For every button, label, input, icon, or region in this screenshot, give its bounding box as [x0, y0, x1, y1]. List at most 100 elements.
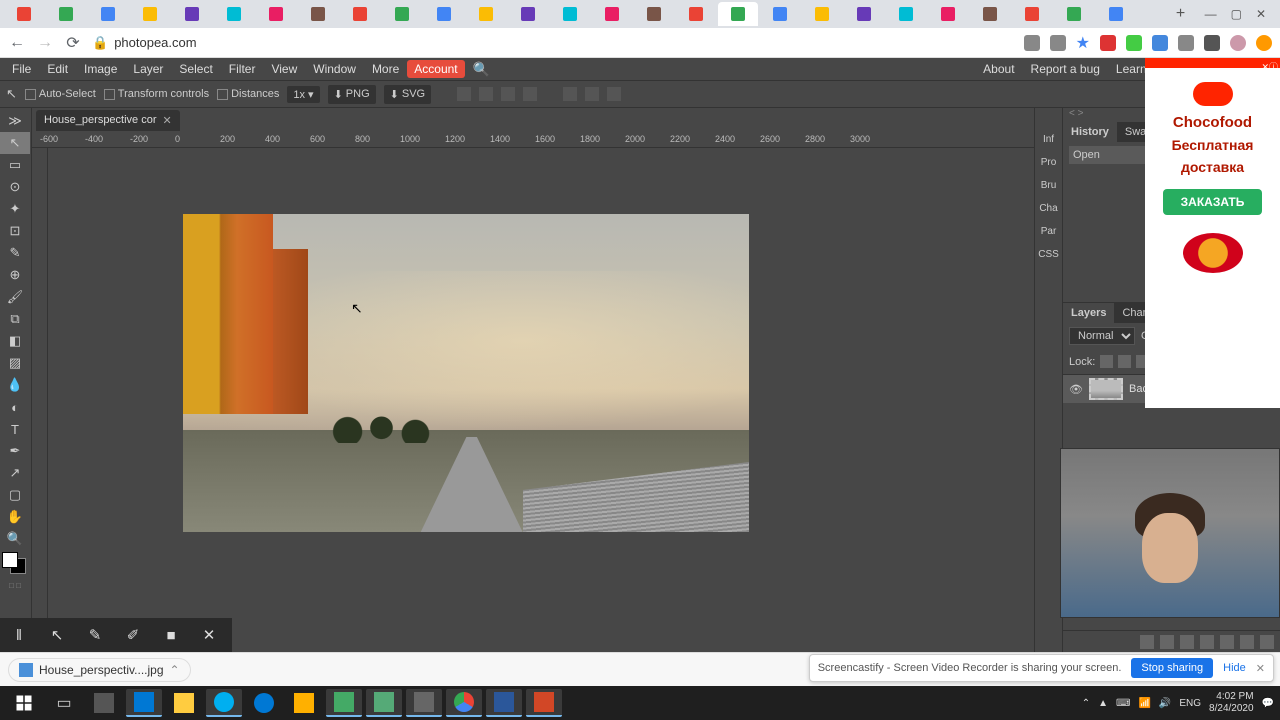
profile-avatar[interactable]: [1230, 35, 1246, 51]
taskbar-app-word[interactable]: [486, 689, 522, 717]
distribute-icon[interactable]: [563, 87, 577, 101]
browser-tab[interactable]: [88, 2, 128, 26]
taskbar-app[interactable]: [86, 689, 122, 717]
browser-tab[interactable]: [844, 2, 884, 26]
browser-tab[interactable]: [130, 2, 170, 26]
url-field[interactable]: 🔒 photopea.com: [92, 35, 1014, 51]
canvas[interactable]: ↖: [48, 148, 1034, 652]
clone-tool[interactable]: ⧉: [0, 308, 30, 330]
menu-select[interactable]: Select: [171, 59, 220, 79]
export-svg-button[interactable]: ⬇SVG: [384, 85, 431, 104]
taskbar-app-explorer[interactable]: [166, 689, 202, 717]
path-tool[interactable]: ↗: [0, 462, 30, 484]
lock-pixels-icon[interactable]: [1118, 355, 1131, 368]
eraser-tool[interactable]: ◧: [0, 330, 30, 352]
blur-tool[interactable]: 💧: [0, 374, 30, 396]
browser-tab[interactable]: [1054, 2, 1094, 26]
browser-tab[interactable]: [1096, 2, 1136, 26]
volume-icon[interactable]: 🔊: [1159, 698, 1171, 709]
type-tool[interactable]: T: [0, 418, 30, 440]
browser-tab[interactable]: [4, 2, 44, 26]
link-layers-icon[interactable]: [1140, 635, 1154, 649]
browser-tab[interactable]: [550, 2, 590, 26]
menu-more[interactable]: More: [364, 59, 407, 79]
wand-tool[interactable]: ✦: [0, 198, 30, 220]
taskbar-app[interactable]: [366, 689, 402, 717]
ad-cta-button[interactable]: ЗАКАЗАТЬ: [1163, 189, 1263, 215]
group-icon[interactable]: [1220, 635, 1234, 649]
quickmask-icon[interactable]: □ □: [0, 574, 30, 596]
align-center-icon[interactable]: [479, 87, 493, 101]
language-indicator[interactable]: ENG: [1179, 698, 1201, 709]
collapse-icon[interactable]: ≫: [0, 110, 30, 132]
gradient-tool[interactable]: ▨: [0, 352, 30, 374]
align-right-icon[interactable]: [501, 87, 515, 101]
lock-transparent-icon[interactable]: [1100, 355, 1113, 368]
notifications-icon[interactable]: 💬: [1262, 698, 1274, 709]
ext-icon[interactable]: [1256, 35, 1272, 51]
layer-mask-icon[interactable]: [1180, 635, 1194, 649]
browser-tab[interactable]: [718, 2, 758, 26]
browser-tab[interactable]: [592, 2, 632, 26]
browser-tab[interactable]: [46, 2, 86, 26]
reload-button[interactable]: ⟳: [64, 34, 82, 52]
marquee-tool[interactable]: ▭: [0, 154, 30, 176]
chevron-up-icon[interactable]: ⌃: [170, 663, 180, 677]
heal-tool[interactable]: ⊕: [0, 264, 30, 286]
search-icon[interactable]: 🔍: [465, 58, 498, 81]
link-report-a-bug[interactable]: Report a bug: [1025, 59, 1106, 79]
extensions-icon[interactable]: [1204, 35, 1220, 51]
menu-file[interactable]: File: [4, 59, 39, 79]
ext-icon[interactable]: [1178, 35, 1194, 51]
transform-controls-checkbox[interactable]: Transform controls: [104, 88, 209, 100]
panel-inf[interactable]: Inf: [1035, 128, 1062, 151]
tray-chevron-icon[interactable]: ⌃: [1082, 698, 1090, 709]
browser-tab[interactable]: [340, 2, 380, 26]
new-tab-button[interactable]: +: [1169, 5, 1193, 23]
ext-icon[interactable]: [1024, 35, 1040, 51]
recorder-camera-button[interactable]: ■: [152, 618, 190, 652]
browser-tab[interactable]: [256, 2, 296, 26]
panel-cha[interactable]: Cha: [1035, 197, 1062, 220]
align-left-icon[interactable]: [457, 87, 471, 101]
browser-tab[interactable]: [634, 2, 674, 26]
layer-style-icon[interactable]: [1160, 635, 1174, 649]
delete-layer-icon[interactable]: [1260, 635, 1274, 649]
zoom-tool[interactable]: 🔍: [0, 528, 30, 550]
recorder-pen-button[interactable]: ✎: [76, 618, 114, 652]
shape-tool[interactable]: ▢: [0, 484, 30, 506]
window-maximize[interactable]: ▢: [1231, 7, 1242, 21]
menu-window[interactable]: Window: [305, 59, 364, 79]
brush-tool[interactable]: 🖌: [0, 286, 30, 308]
distribute-icon[interactable]: [585, 87, 599, 101]
close-tab-icon[interactable]: ✕: [163, 114, 172, 127]
adjustment-icon[interactable]: [1200, 635, 1214, 649]
wifi-icon[interactable]: 📶: [1138, 698, 1150, 709]
browser-tab[interactable]: [298, 2, 338, 26]
tray-icon[interactable]: ▲: [1098, 698, 1108, 709]
hide-notice-button[interactable]: Hide: [1223, 662, 1246, 674]
close-icon[interactable]: ✕: [1256, 662, 1265, 675]
browser-tab[interactable]: [214, 2, 254, 26]
start-button[interactable]: [6, 689, 42, 717]
ext-icon[interactable]: [1100, 35, 1116, 51]
recorder-close-button[interactable]: ✕: [190, 618, 228, 652]
tab-layers[interactable]: Layers: [1063, 303, 1114, 323]
browser-tab[interactable]: [1012, 2, 1052, 26]
distribute-icon[interactable]: [607, 87, 621, 101]
tab-history[interactable]: History: [1063, 122, 1117, 142]
ext-icon[interactable]: [1050, 35, 1066, 51]
back-button[interactable]: ←: [8, 34, 26, 52]
panel-bru[interactable]: Bru: [1035, 174, 1062, 197]
webcam-overlay[interactable]: [1060, 448, 1280, 618]
menu-image[interactable]: Image: [76, 59, 125, 79]
taskbar-app[interactable]: [326, 689, 362, 717]
taskbar-app-mail[interactable]: [126, 689, 162, 717]
account-menu[interactable]: Account: [407, 60, 464, 78]
color-swatches[interactable]: [2, 552, 30, 574]
document-tab[interactable]: House_perspective cor ✕: [36, 110, 180, 131]
browser-tab[interactable]: [508, 2, 548, 26]
move-tool[interactable]: ↖: [0, 132, 30, 154]
link-about[interactable]: About: [977, 59, 1020, 79]
menu-edit[interactable]: Edit: [39, 59, 76, 79]
